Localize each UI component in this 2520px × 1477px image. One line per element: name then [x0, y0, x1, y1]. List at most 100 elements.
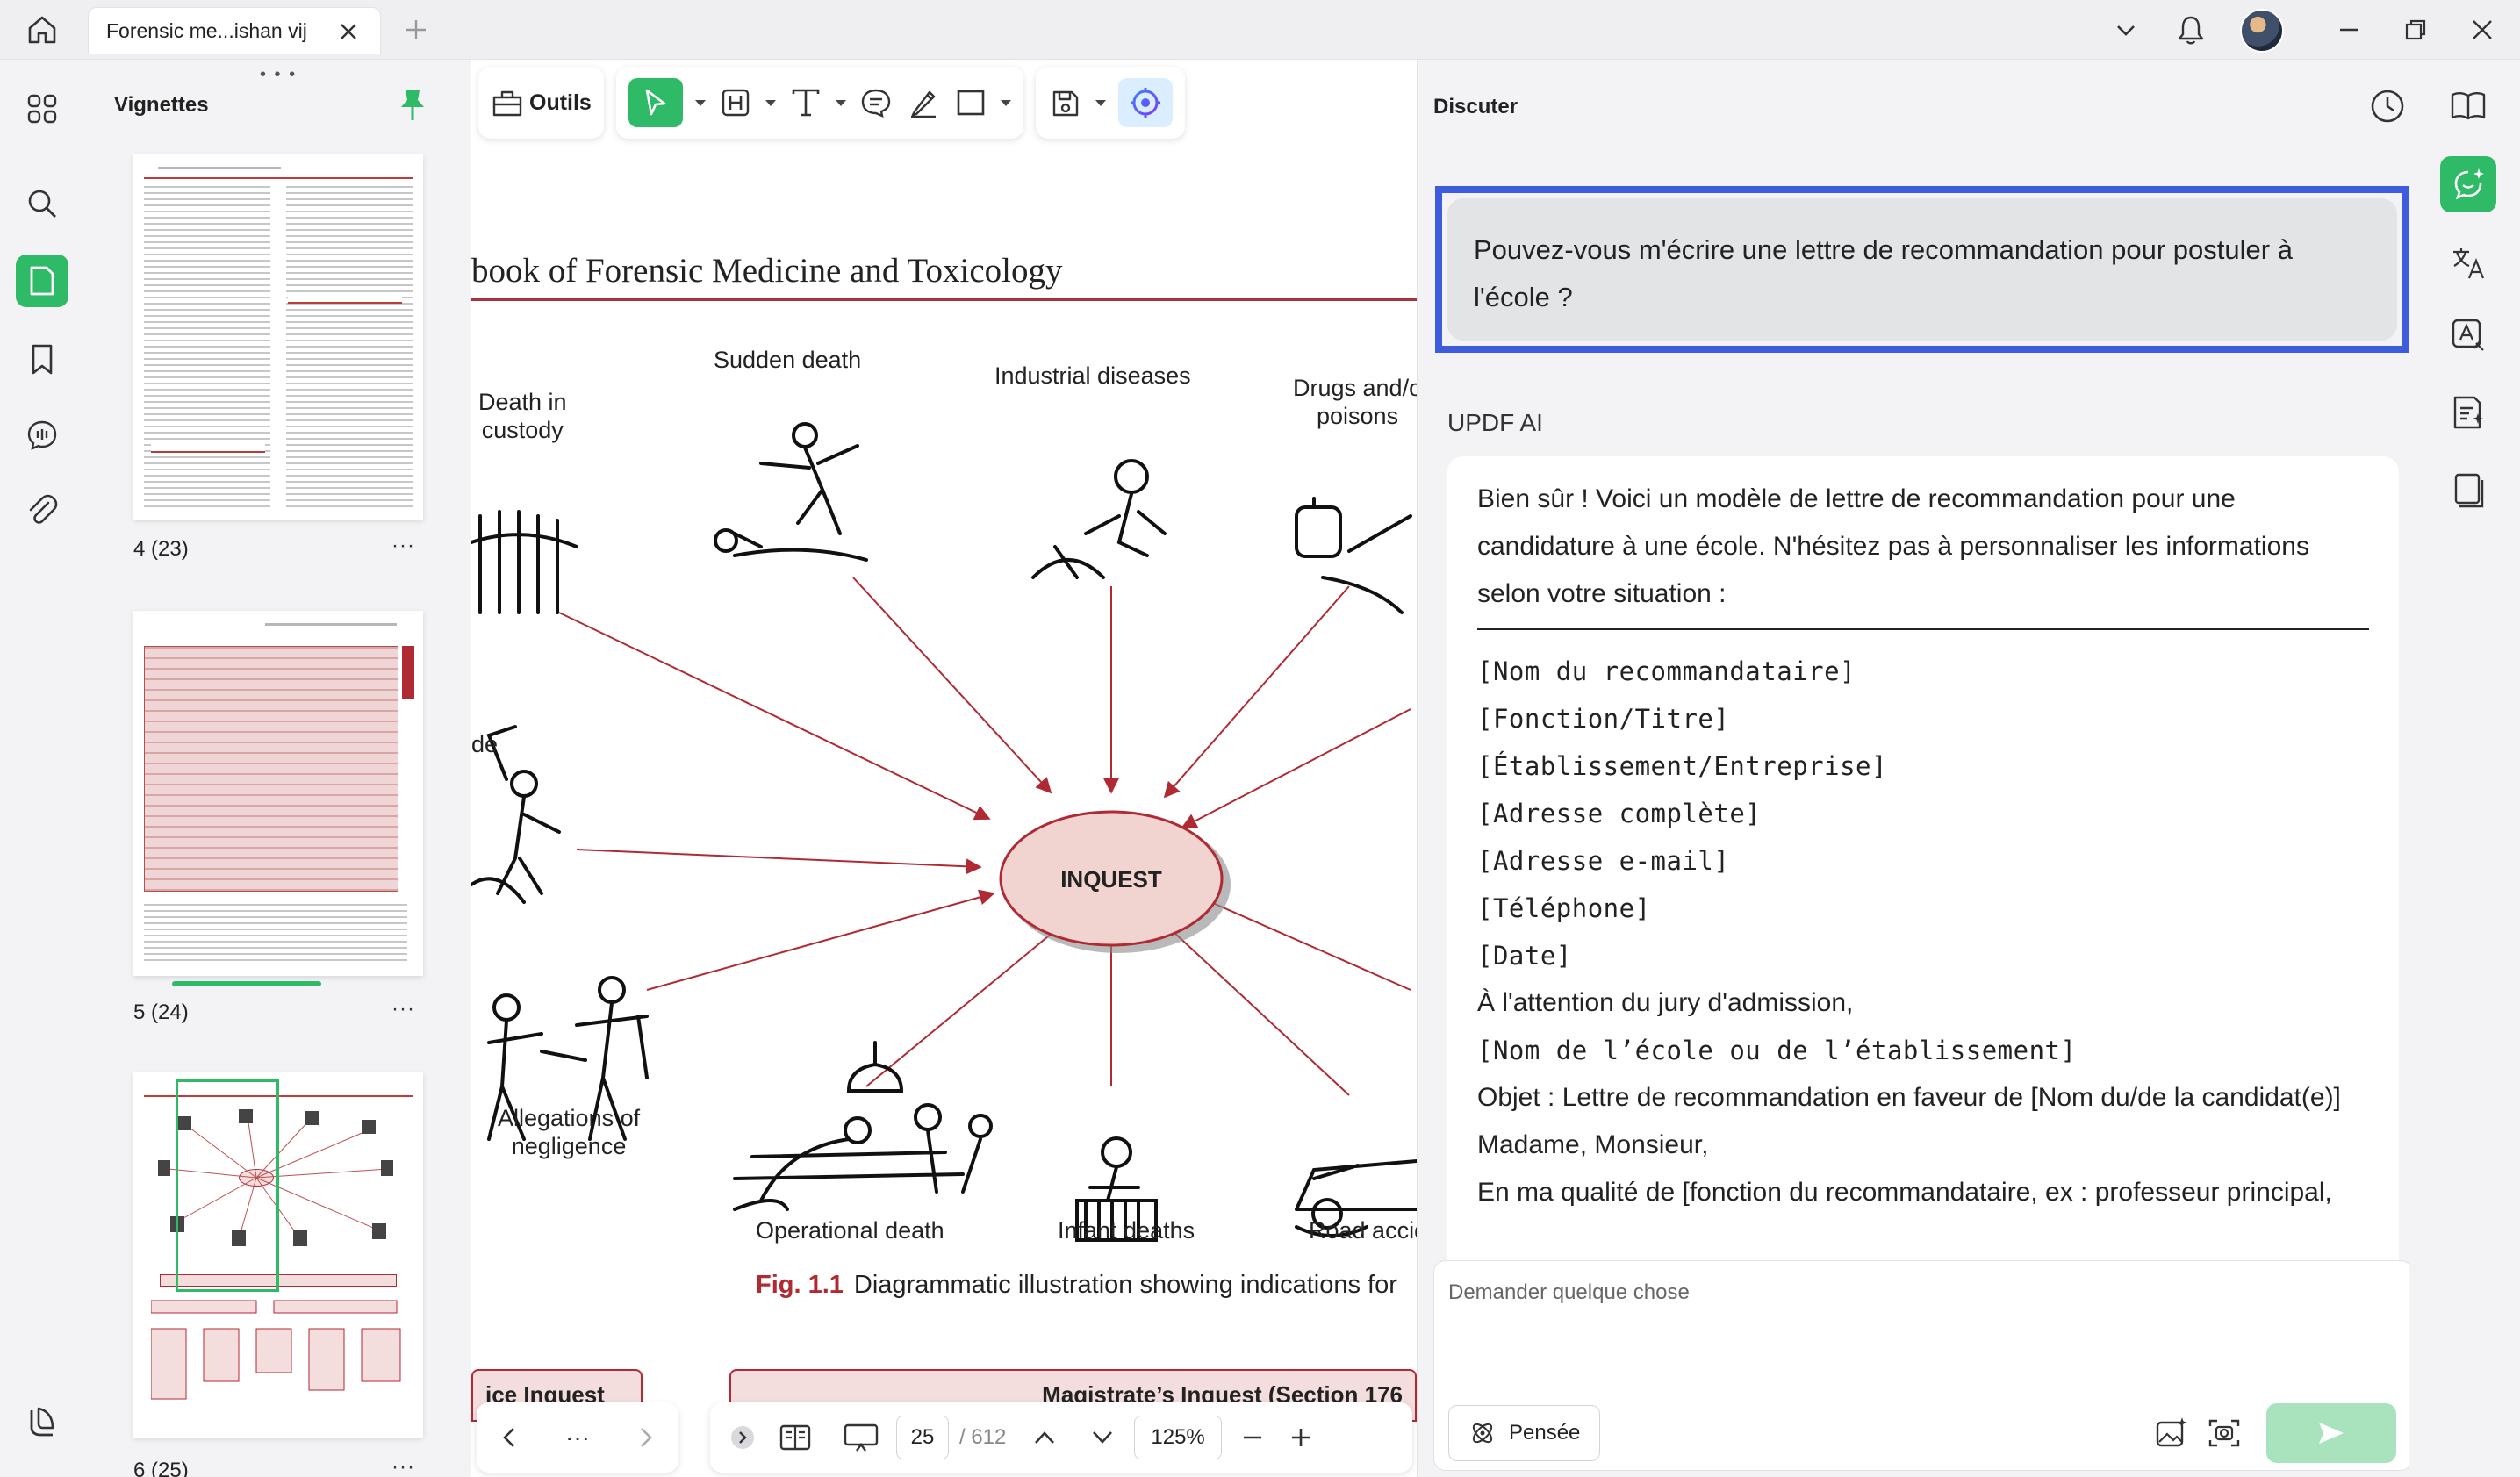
reader-mode-button[interactable]	[2440, 77, 2496, 133]
send-button[interactable]	[2266, 1403, 2396, 1463]
shape-tool-button[interactable]	[953, 78, 988, 127]
pencil-tool-button[interactable]	[906, 78, 941, 127]
pdf-page: book of Forensic Medicine and Toxicology	[471, 60, 1417, 1477]
comment-tool-button[interactable]	[858, 78, 894, 127]
close-icon	[341, 23, 356, 39]
page-number-input[interactable]	[896, 1416, 949, 1459]
text-icon	[792, 89, 820, 117]
page-thumbnail[interactable]	[133, 154, 423, 520]
thumbnail-more-button[interactable]: ···	[391, 1455, 415, 1477]
label-allegations-negligence: Allegations of negligence	[498, 1105, 641, 1160]
thumbnail-page-label: 5 (24)	[133, 1000, 189, 1024]
home-button[interactable]	[19, 12, 65, 47]
thumbnails-button[interactable]	[16, 255, 68, 307]
clock-icon	[2371, 90, 2404, 123]
chat-input[interactable]	[1434, 1261, 2412, 1375]
pages-panel-button[interactable]	[2440, 462, 2496, 518]
grid-icon	[27, 94, 57, 124]
thinking-toggle-button[interactable]: Pensée	[1448, 1405, 1601, 1461]
shape-tool-caret[interactable]	[1000, 99, 1011, 106]
more-options-button[interactable]: ···	[544, 1411, 612, 1464]
ai-field: [Adresse e-mail]	[1477, 846, 1730, 876]
document-sparkle-icon	[2453, 396, 2483, 429]
chat-title: Discuter	[1433, 95, 1518, 118]
arrow-negligence	[646, 889, 995, 991]
highlight-tool-caret[interactable]	[765, 99, 776, 106]
save-button[interactable]	[1048, 78, 1083, 127]
presentation-button[interactable]	[826, 1411, 896, 1464]
text-tool-button[interactable]	[788, 78, 823, 127]
close-icon	[2473, 20, 2492, 39]
ai-assistant-button[interactable]	[1117, 78, 1173, 127]
inquest-label: INQUEST	[1060, 866, 1162, 893]
ai-response[interactable]: Bien sûr ! Voici un modèle de lettre de …	[1447, 456, 2399, 1273]
atom-icon	[1472, 1423, 1493, 1444]
arrow-right-lower	[1189, 892, 1411, 991]
ai-intro: Bien sûr ! Voici un modèle de lettre de …	[1477, 484, 2309, 608]
page-thumbnail[interactable]	[133, 611, 423, 976]
document-tab[interactable]: Forensic me...ishan vij	[88, 7, 381, 54]
chat-panel: Discuter Pouvez-vous m'écrire une lettre…	[1417, 60, 2413, 1477]
zoom-in-button[interactable]	[1283, 1411, 1318, 1464]
select-tool-button[interactable]	[628, 78, 683, 127]
panel-drag-handle[interactable]: • • •	[260, 65, 297, 85]
search-button[interactable]	[16, 177, 68, 230]
collapse-nav-button[interactable]	[721, 1411, 765, 1464]
next-button[interactable]	[611, 1411, 678, 1464]
apps-button[interactable]	[16, 82, 68, 135]
arrow-sudden-death	[852, 577, 1052, 794]
header-rule	[471, 298, 1417, 301]
thumbnail-more-button[interactable]: ···	[391, 534, 415, 558]
tools-button[interactable]: Outils	[491, 78, 592, 127]
ai-field: [Adresse complète]	[1477, 799, 1762, 828]
notifications-button[interactable]	[2165, 9, 2217, 51]
comments-button[interactable]	[16, 409, 68, 462]
zoom-out-button[interactable]	[1222, 1411, 1283, 1464]
ocr-button[interactable]	[2440, 307, 2496, 363]
minimize-icon	[2340, 28, 2358, 32]
screenshot-button[interactable]	[2198, 1407, 2251, 1459]
insert-image-button[interactable]	[2145, 1407, 2198, 1459]
previous-button[interactable]	[477, 1411, 544, 1464]
edit-toolbar: Outils	[478, 67, 1185, 139]
ai-chat-button[interactable]	[2440, 156, 2496, 212]
page-layout-button[interactable]	[765, 1411, 826, 1464]
chat-history-button[interactable]	[2367, 86, 2408, 126]
image-sparkle-icon	[2156, 1417, 2187, 1447]
inquest-diagram: INQUEST	[471, 422, 1417, 1242]
thumbnail-more-button[interactable]: ···	[391, 997, 415, 1022]
save-caret[interactable]	[1095, 99, 1106, 106]
label-sudden-death: Sudden death	[714, 347, 862, 373]
comment-icon	[27, 420, 57, 450]
label-road-accident: Road accid	[1309, 1217, 1417, 1244]
minimize-button[interactable]	[2321, 9, 2377, 51]
updf-logo-button[interactable]	[16, 1395, 68, 1448]
form-ai-button[interactable]	[2440, 384, 2496, 441]
pin-panel-button[interactable]	[397, 88, 428, 123]
zoom-level[interactable]: 125%	[1134, 1416, 1222, 1459]
document-viewer[interactable]: book of Forensic Medicine and Toxicology	[471, 60, 1417, 1477]
chevron-circle-icon	[731, 1426, 754, 1449]
ai-salutation: Madame, Monsieur,	[1477, 1130, 1709, 1159]
next-page-button[interactable]	[1071, 1411, 1134, 1464]
new-tab-button[interactable]	[397, 11, 435, 49]
translate-button[interactable]	[2440, 235, 2496, 291]
title-bar: Forensic me...ishan vij	[0, 0, 2520, 60]
attachments-button[interactable]	[16, 484, 68, 537]
close-window-button[interactable]	[2454, 9, 2510, 51]
restore-button[interactable]	[2387, 9, 2444, 51]
tab-close-button[interactable]	[333, 16, 364, 47]
highlight-tool-button[interactable]	[718, 78, 753, 127]
user-message[interactable]: Pouvez-vous m'écrire une lettre de recom…	[1447, 198, 2397, 341]
tabs-dropdown-button[interactable]	[2100, 9, 2152, 51]
text-tool-caret[interactable]	[835, 99, 846, 106]
previous-page-button[interactable]	[1018, 1411, 1071, 1464]
page-icon	[30, 266, 54, 296]
bell-icon	[2178, 16, 2204, 45]
user-avatar[interactable]	[2240, 9, 2284, 53]
select-tool-caret[interactable]	[694, 99, 706, 106]
book-open-icon	[2451, 92, 2486, 120]
viewport-indicator[interactable]	[176, 1079, 279, 1292]
page-thumbnail-current[interactable]	[133, 1072, 423, 1438]
bookmarks-button[interactable]	[16, 333, 68, 386]
